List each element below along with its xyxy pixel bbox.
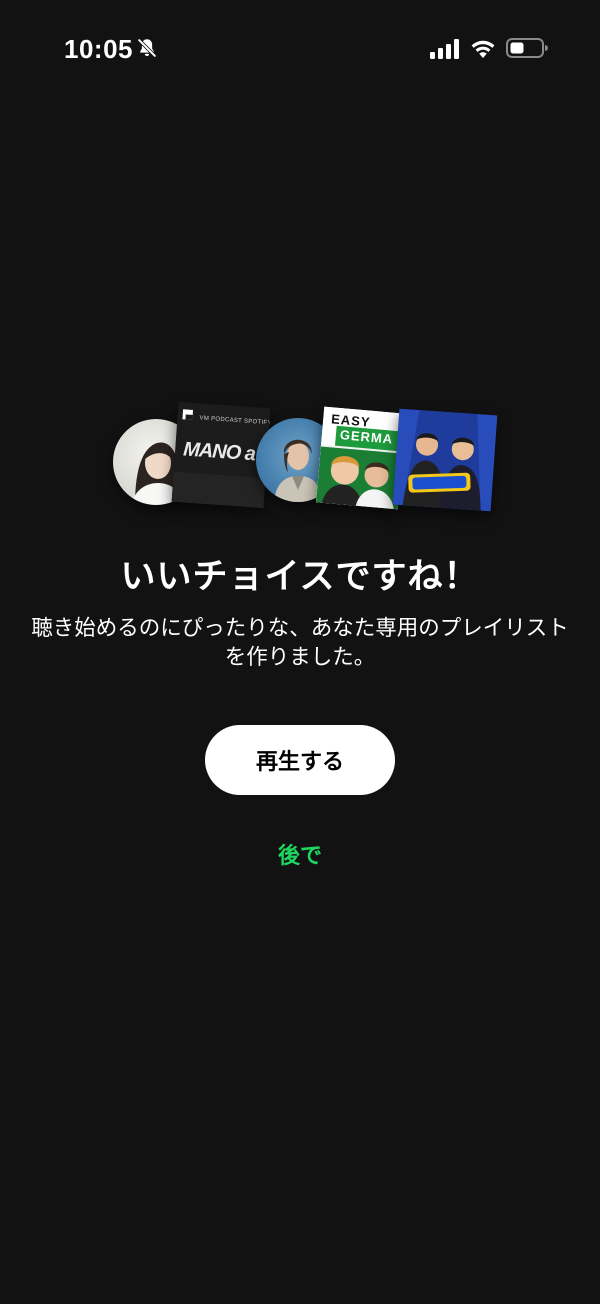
spotify-flag-icon (182, 409, 194, 420)
podcast-artwork-cluster: VM PODCAST SPOTIFY MANO a MA EASY GERMA (0, 400, 600, 520)
play-button[interactable]: 再生する (205, 725, 395, 795)
status-bar: 10:05 (0, 0, 600, 96)
podcast-cover-radio-show (392, 408, 498, 512)
signal-icon (430, 39, 459, 59)
status-time: 10:05 (64, 34, 133, 64)
page-subtitle: 聴き始めるのにぴったりな、あなた専用のプレイリストを作りました。 (31, 616, 569, 670)
page-title: いいチョイスですね！ (120, 557, 480, 597)
battery-icon (506, 38, 548, 58)
later-button[interactable]: 後で (0, 838, 600, 870)
wifi-icon (471, 40, 495, 58)
bell-off-icon (137, 38, 157, 58)
